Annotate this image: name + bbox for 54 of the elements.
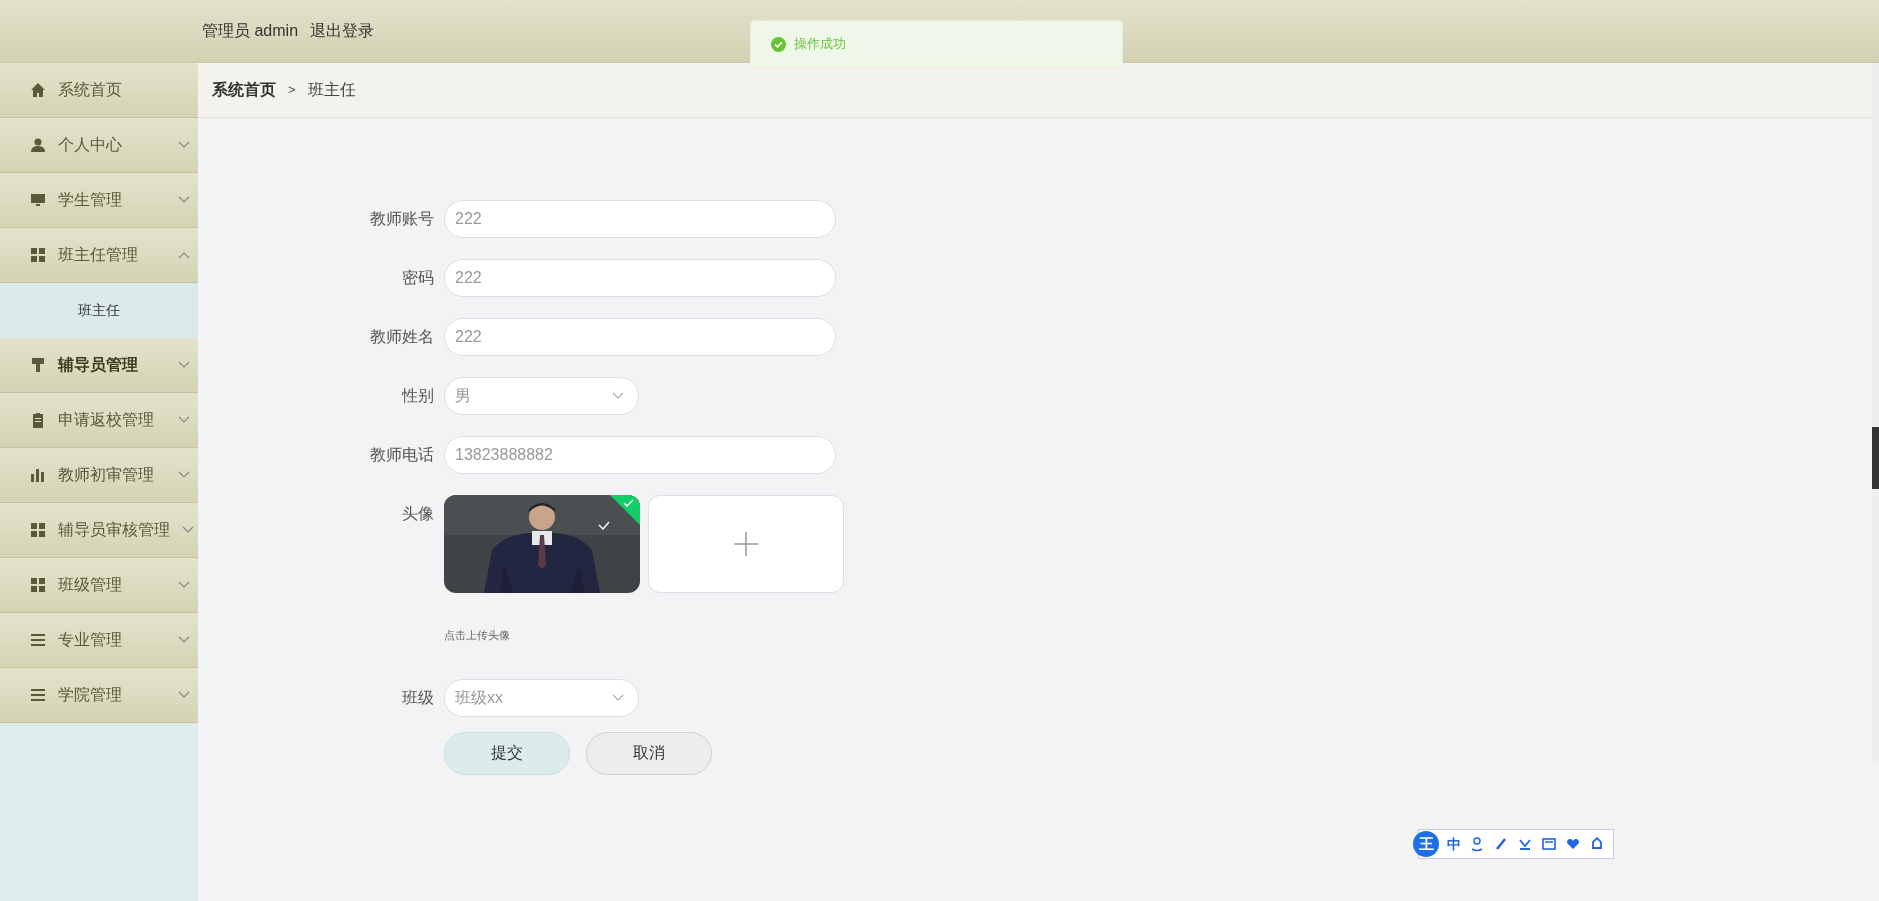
sidebar-item[interactable]: 学院管理 [0, 668, 198, 723]
sidebar-item[interactable]: 班级管理 [0, 558, 198, 613]
logout-link[interactable]: 退出登录 [310, 19, 375, 43]
plus-icon [732, 530, 760, 558]
clipboard-icon [30, 412, 46, 428]
ime-logo[interactable]: 王 [1413, 831, 1439, 857]
check-icon [598, 521, 610, 530]
monitor-icon [30, 192, 46, 208]
text-field[interactable]: 13823888882 [444, 436, 836, 474]
ime-mode-toggle[interactable]: 中 [1447, 833, 1461, 855]
heart-icon[interactable] [1565, 836, 1581, 852]
text-field[interactable]: 222 [444, 200, 836, 238]
field-label: 教师电话 [369, 445, 435, 465]
submit-button[interactable]: 提交 [444, 731, 570, 775]
upload-tile[interactable] [648, 495, 844, 593]
list-icon [30, 632, 46, 648]
grid-icon [30, 577, 46, 593]
cancel-button[interactable]: 取消 [586, 731, 712, 775]
sidebar-item[interactable]: 班主任管理 [0, 228, 198, 283]
breadcrumb-current: 班主任 [307, 80, 356, 100]
upload-hint: 点击上传头像 [444, 628, 511, 643]
home-icon [30, 82, 46, 98]
list-icon [30, 687, 46, 703]
select-field[interactable]: 班级xx [444, 678, 639, 717]
grid-icon [30, 247, 46, 263]
user-icon [30, 137, 46, 153]
breadcrumb-link[interactable]: 系统首页 [212, 78, 276, 102]
field-label: 教师姓名 [369, 327, 435, 347]
bar-chart-icon [30, 467, 46, 483]
sidebar-item[interactable]: 系统首页 [0, 63, 198, 118]
house-icon[interactable] [1589, 836, 1605, 852]
breadcrumb-separator: > [288, 81, 296, 100]
grid-icon [30, 522, 46, 538]
sidebar-item[interactable]: 辅导员管理 [0, 338, 198, 393]
sidebar-item[interactable]: 专业管理 [0, 613, 198, 668]
chevron-down-icon [612, 392, 624, 400]
toast-notification: 操作成功 [750, 20, 1123, 68]
field-label: 头像 [401, 504, 435, 524]
field-label: 性别 [400, 386, 435, 406]
field-label: 教师账号 [369, 209, 435, 229]
user-role-label: 管理员 admin [202, 21, 299, 41]
text-field[interactable]: 222 [444, 318, 836, 356]
text-field[interactable]: 222 [444, 259, 836, 297]
sidebar-item[interactable]: 教师初审管理 [0, 448, 198, 503]
sidebar-item[interactable]: 个人中心 [0, 118, 198, 173]
field-label: 密码 [401, 268, 435, 288]
sidebar-item[interactable]: 学生管理 [0, 173, 198, 228]
sidebar-item[interactable]: 申请返校管理 [0, 393, 198, 448]
stamp-icon [30, 357, 46, 373]
field-label: 班级 [401, 687, 435, 708]
select-field[interactable]: 男 [444, 377, 639, 415]
sidebar-item[interactable]: 辅导员审核管理 [0, 503, 198, 558]
success-icon [771, 36, 786, 52]
chevron-down-icon [612, 693, 624, 702]
